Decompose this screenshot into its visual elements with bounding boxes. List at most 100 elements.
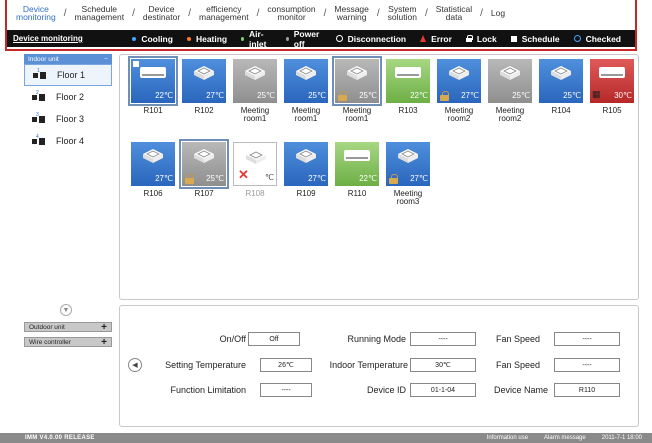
unit-tile[interactable]: 25℃ bbox=[179, 139, 229, 189]
indoor-unit-10[interactable]: 27℃ R106 bbox=[131, 142, 175, 198]
function-limitation-value[interactable]: ---- bbox=[260, 383, 312, 397]
previous-unit-icon[interactable]: ◀ bbox=[128, 358, 142, 372]
setting-temperature-value[interactable]: 26℃ bbox=[260, 358, 312, 372]
indoor-unit-2[interactable]: 25℃ Meeting room1 bbox=[233, 59, 277, 123]
legend-label: Error bbox=[431, 33, 452, 44]
floor-item-4[interactable]: 4 Floor 4 bbox=[24, 130, 112, 152]
indoor-unit-12[interactable]: ✕ ℃ R108 bbox=[233, 142, 277, 198]
unit-name: R105 bbox=[602, 106, 622, 115]
indoor-unit-1[interactable]: 27℃ R102 bbox=[182, 59, 226, 115]
floor-item-2[interactable]: 2 Floor 2 bbox=[24, 86, 112, 108]
unit-name: R103 bbox=[398, 106, 418, 115]
running-mode-value[interactable]: ---- bbox=[410, 332, 476, 346]
indoor-unit-5[interactable]: 22℃ R103 bbox=[386, 59, 430, 115]
fan-speed-value-2[interactable]: ---- bbox=[554, 358, 620, 372]
unit-tile[interactable]: ▦ 30℃ bbox=[590, 59, 634, 103]
unit-temperature: 27℃ bbox=[155, 174, 173, 183]
floor-icon: 1 bbox=[33, 68, 47, 80]
indoor-unit-9[interactable]: ▦ 30℃ R105 bbox=[590, 59, 634, 115]
scroll-down-icon[interactable]: ▼ bbox=[60, 304, 72, 316]
on-off-label: On/Off bbox=[219, 334, 246, 344]
legend-item-8: Checked bbox=[573, 34, 621, 44]
indoor-unit-4[interactable]: 25℃ Meeting room1 bbox=[332, 56, 382, 123]
unit-tile[interactable]: 25℃ bbox=[332, 56, 382, 106]
legend-dot-icon bbox=[132, 36, 137, 41]
unit-tile[interactable]: 27℃ bbox=[284, 142, 328, 186]
legend-label: Lock bbox=[476, 33, 497, 44]
unit-tile[interactable]: 25℃ bbox=[284, 59, 328, 103]
indoor-unit-3[interactable]: 25℃ Meeting room1 bbox=[284, 59, 328, 123]
fan-speed-value-1[interactable]: ---- bbox=[554, 332, 620, 346]
device-id-value: 01-1-04 bbox=[410, 383, 476, 397]
unit-temperature: 22℃ bbox=[410, 91, 428, 100]
cassette-unit-icon bbox=[246, 150, 266, 164]
unit-name: R101 bbox=[143, 106, 163, 115]
unit-temperature: 30℃ bbox=[614, 91, 632, 100]
outdoor-unit-button[interactable]: Outdoor unit + bbox=[24, 322, 112, 333]
indoor-unit-8[interactable]: 25℃ R104 bbox=[539, 59, 583, 115]
status-legend: Cooling Heating Air-inlet Power off Disconne… bbox=[132, 29, 635, 49]
indoor-temperature-label: Indoor Temperature bbox=[329, 360, 408, 370]
unit-tile[interactable]: 22℃ bbox=[335, 142, 379, 186]
floor-label: Floor 1 bbox=[57, 70, 86, 80]
schedule-icon bbox=[133, 61, 139, 67]
unit-name: Meeting room1 bbox=[240, 106, 270, 123]
unit-temperature: 27℃ bbox=[461, 91, 479, 100]
unit-tile[interactable]: 22℃ bbox=[386, 59, 430, 103]
unit-tile[interactable]: 25℃ bbox=[539, 59, 583, 103]
unit-name: R109 bbox=[296, 189, 316, 198]
wall-unit-icon bbox=[140, 67, 166, 78]
legend-dot-icon bbox=[186, 36, 191, 41]
unit-tile[interactable]: 25℃ bbox=[488, 59, 532, 103]
floor-item-1[interactable]: 1 Floor 1 bbox=[24, 64, 112, 86]
indoor-unit-0[interactable]: 22℃ R101 bbox=[128, 56, 178, 115]
legend-item-3: Power off bbox=[285, 28, 322, 49]
legend-label: Disconnection bbox=[347, 33, 407, 44]
wall-unit-icon bbox=[395, 67, 421, 78]
floor-number: 3 bbox=[36, 111, 39, 118]
unit-temperature: 25℃ bbox=[206, 174, 224, 183]
indoor-unit-15[interactable]: 27℃ Meeting room3 bbox=[386, 142, 430, 206]
indoor-unit-7[interactable]: 25℃ Meeting room2 bbox=[488, 59, 532, 123]
unit-temperature: 25℃ bbox=[359, 91, 377, 100]
legend-item-1: Heating bbox=[186, 34, 227, 44]
collapse-icon[interactable]: − bbox=[104, 56, 108, 63]
expand-wire-controller-icon[interactable]: + bbox=[101, 337, 107, 348]
unit-tile[interactable]: 27℃ bbox=[386, 142, 430, 186]
unit-name: R110 bbox=[347, 189, 367, 198]
unit-name: Meeting room2 bbox=[495, 106, 525, 123]
legend-item-0: Cooling bbox=[132, 34, 173, 44]
indoor-unit-header[interactable]: Indoor unit − bbox=[24, 54, 112, 64]
lock-icon bbox=[440, 91, 449, 101]
unit-tile[interactable]: 27℃ bbox=[182, 59, 226, 103]
unit-tile[interactable]: 25℃ bbox=[233, 59, 277, 103]
datetime-label: 2011-7-1 18:00 bbox=[601, 435, 642, 441]
legend-label: Air-inlet bbox=[248, 28, 267, 49]
unit-name: Meeting room1 bbox=[342, 106, 372, 123]
unit-tile[interactable]: ✕ ℃ bbox=[233, 142, 277, 186]
unit-tile[interactable]: 22℃ bbox=[128, 56, 178, 106]
alarm-message-link[interactable]: Alarm message bbox=[544, 435, 586, 441]
wire-controller-button[interactable]: Wire controller + bbox=[24, 337, 112, 348]
on-off-value[interactable]: Off bbox=[248, 332, 300, 346]
floor-item-3[interactable]: 3 Floor 3 bbox=[24, 108, 112, 130]
error-icon bbox=[420, 35, 427, 42]
indoor-unit-6[interactable]: 27℃ Meeting room2 bbox=[437, 59, 481, 123]
legend-item-6: Lock bbox=[465, 33, 497, 44]
cassette-unit-icon bbox=[296, 66, 316, 80]
disconnection-icon bbox=[335, 35, 343, 42]
indoor-unit-11[interactable]: 25℃ R107 bbox=[179, 139, 229, 198]
wire-controller-label: Wire controller bbox=[29, 338, 71, 346]
expand-outdoor-icon[interactable]: + bbox=[101, 322, 107, 333]
information-link[interactable]: Information use bbox=[487, 435, 528, 441]
floor-label: Floor 2 bbox=[56, 92, 85, 102]
unit-tile[interactable]: 27℃ bbox=[131, 142, 175, 186]
indoor-unit-13[interactable]: 27℃ R109 bbox=[284, 142, 328, 198]
unit-tile[interactable]: 27℃ bbox=[437, 59, 481, 103]
unit-temperature: 27℃ bbox=[206, 91, 224, 100]
unit-temperature: 27℃ bbox=[308, 174, 326, 183]
legend-label: Power off bbox=[293, 28, 320, 49]
lock-icon bbox=[338, 91, 347, 101]
lock-icon bbox=[185, 174, 194, 184]
indoor-unit-14[interactable]: 22℃ R110 bbox=[335, 142, 379, 198]
